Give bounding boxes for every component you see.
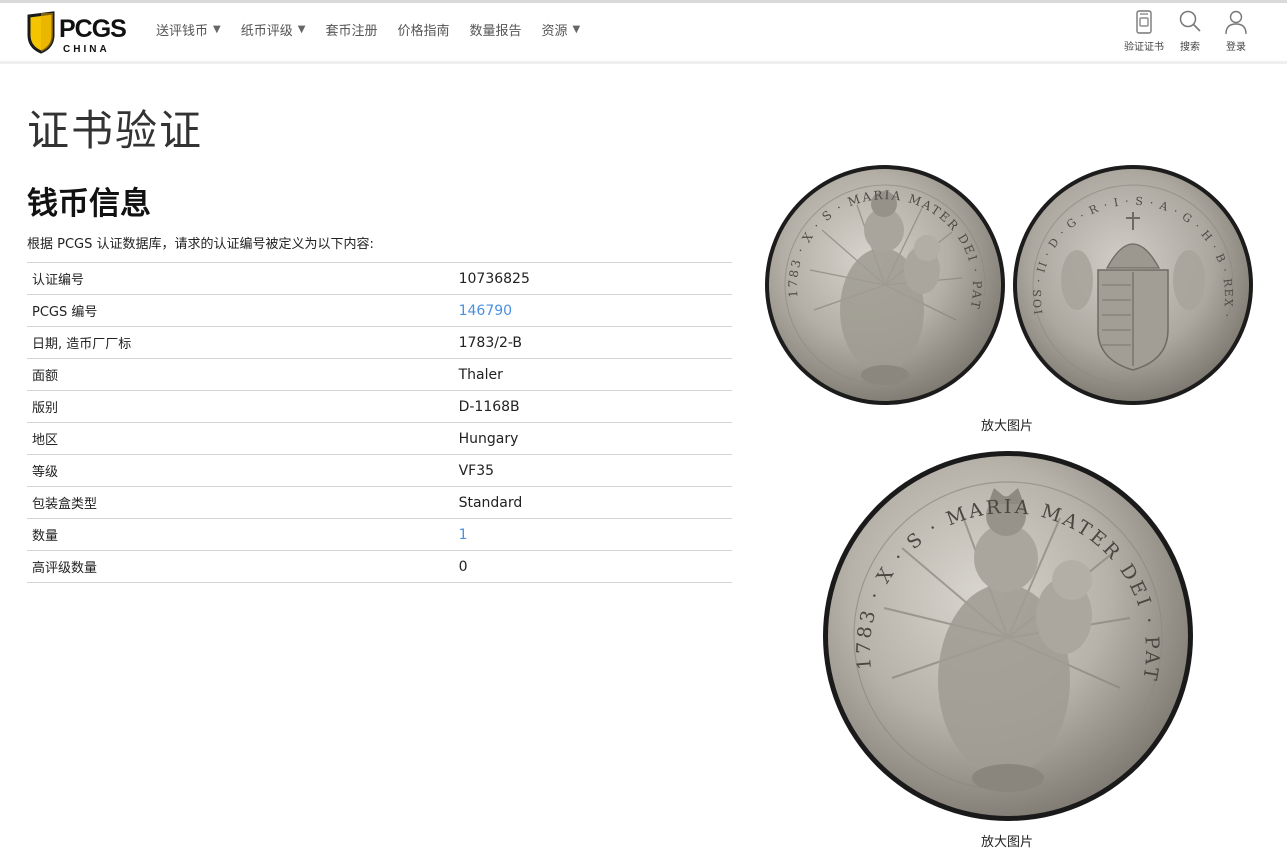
row-value: D-1168B xyxy=(455,390,732,423)
row-value: Hungary xyxy=(455,422,732,455)
enlarge-single-link[interactable]: 放大图片 xyxy=(981,831,1033,850)
table-row: 高评级数量 0 xyxy=(27,550,732,583)
row-key: 面额 xyxy=(27,358,456,391)
table-row: 认证编号 10736825 xyxy=(27,262,732,295)
row-key: 包装盒类型 xyxy=(27,486,456,519)
row-value: Standard xyxy=(455,486,732,519)
description-text: 根据 PCGS 认证数据库，请求的认证编号被定义为以下内容: xyxy=(27,237,374,252)
row-value: VF35 xyxy=(455,454,732,487)
row-value: 1 xyxy=(455,518,732,551)
nav-submit-coins[interactable]: 送评钱币 ▼ xyxy=(156,20,221,39)
login-button[interactable]: 登录 xyxy=(1213,9,1259,53)
site-header: PCGS CHINA 送评钱币 ▼ 纸币评级 ▼ 套币注册 价格指南 数量报告 资源… xyxy=(0,3,1287,64)
row-value: 10736825 xyxy=(455,262,732,295)
coin-info-table: 认证编号 10736825 PCGS 编号 146790 日期, 造币厂厂标 1… xyxy=(27,262,732,583)
search-button[interactable]: 搜索 xyxy=(1167,9,1213,53)
row-key: 日期, 造币厂厂标 xyxy=(27,326,456,359)
nav-price-guide-label: 价格指南 xyxy=(397,24,450,39)
row-value: Thaler xyxy=(455,358,732,391)
caret-down-icon: ▼ xyxy=(297,24,306,35)
table-row: 日期, 造币厂厂标 1783/2-B xyxy=(27,326,732,359)
caret-down-icon: ▼ xyxy=(213,24,221,35)
pcgs-china-logo[interactable]: PCGS CHINA xyxy=(27,11,127,55)
nav-banknote-grading[interactable]: 纸币评级 ▼ xyxy=(241,20,306,39)
nav-submit-coins-label: 送评钱币 xyxy=(156,24,209,39)
verify-cert-button[interactable]: 验证证书 xyxy=(1121,9,1167,53)
row-key: 版别 xyxy=(27,390,456,423)
search-icon xyxy=(1177,9,1203,35)
coin-pair-image[interactable]: 1783 · X · S · MARIA MATER DEI · PATRONA… xyxy=(756,149,1256,410)
section-title: 钱币信息 xyxy=(27,186,151,222)
login-label: 登录 xyxy=(1226,42,1246,53)
enlarge-pair-link[interactable]: 放大图片 xyxy=(981,415,1033,434)
table-row: PCGS 编号 146790 xyxy=(27,294,732,327)
nav-banknote-grading-label: 纸币评级 xyxy=(240,24,293,39)
row-value: 1783/2-B xyxy=(455,326,732,359)
row-key: 高评级数量 xyxy=(27,550,456,583)
header-tools: 验证证书 搜索 登录 xyxy=(1121,9,1259,53)
svg-text:PCGS: PCGS xyxy=(59,15,126,43)
user-icon xyxy=(1223,9,1249,35)
search-label: 搜索 xyxy=(1180,42,1200,53)
caret-down-icon: ▼ xyxy=(572,24,581,35)
svg-text:CHINA: CHINA xyxy=(63,44,110,55)
nav-population-report-label: 数量报告 xyxy=(469,24,522,39)
table-row: 包装盒类型 Standard xyxy=(27,486,732,519)
pcgs-number-link[interactable]: 146790 xyxy=(459,303,512,319)
table-row: 版别 D-1168B xyxy=(27,390,732,423)
row-key: 等级 xyxy=(27,454,456,487)
coin-obverse: 1783 · X · S · MARIA MATER DEI · PATRONA… xyxy=(756,149,1005,405)
nav-set-registry[interactable]: 套币注册 xyxy=(325,20,377,39)
row-key: 认证编号 xyxy=(27,262,456,295)
nav-resources-label: 资源 xyxy=(541,24,568,39)
population-link[interactable]: 1 xyxy=(459,527,468,543)
table-row: 数量 1 xyxy=(27,518,732,551)
nav-resources[interactable]: 资源 ▼ xyxy=(541,20,580,39)
table-row: 面额 Thaler xyxy=(27,358,732,391)
nav-set-registry-label: 套币注册 xyxy=(325,24,378,39)
row-key: 数量 xyxy=(27,518,456,551)
row-key: PCGS 编号 xyxy=(27,294,456,327)
row-value: 0 xyxy=(455,550,732,583)
table-row: 等级 VF35 xyxy=(27,454,732,487)
verify-cert-label: 验证证书 xyxy=(1124,42,1164,53)
main-nav: 送评钱币 ▼ 纸币评级 ▼ 套币注册 价格指南 数量报告 资源 ▼ xyxy=(156,20,600,39)
certificate-icon xyxy=(1131,9,1157,35)
nav-price-guide[interactable]: 价格指南 xyxy=(397,20,449,39)
row-key: 地区 xyxy=(27,422,456,455)
page-title: 证书验证 xyxy=(27,106,204,155)
table-row: 地区 Hungary xyxy=(27,422,732,455)
nav-population-report[interactable]: 数量报告 xyxy=(469,20,521,39)
coin-obverse-large-image[interactable]: 1783 · X · S · MARIA MATER DEI · PATRONA… xyxy=(812,431,1194,824)
row-value: 146790 xyxy=(455,294,732,327)
